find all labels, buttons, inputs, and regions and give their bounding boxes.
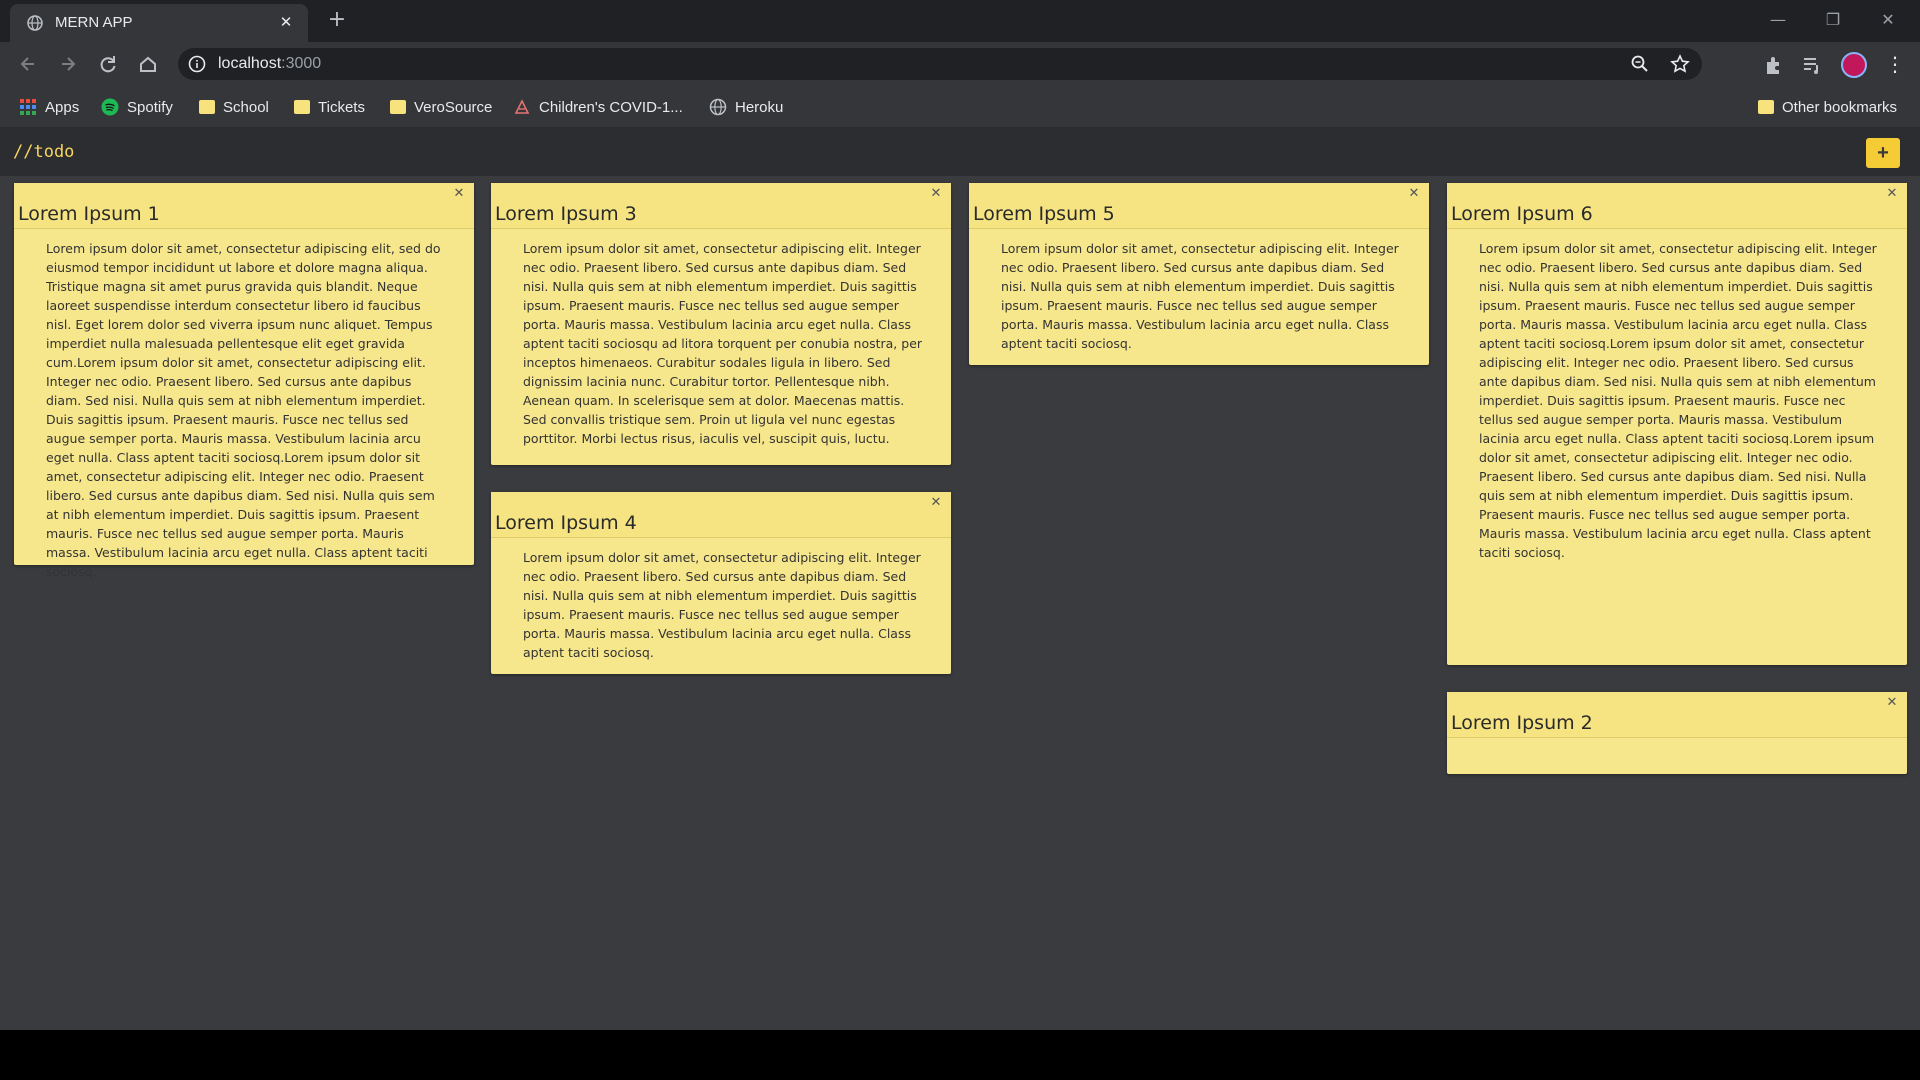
taskbar-strip — [0, 1030, 1920, 1080]
extensions-icon[interactable] — [1762, 54, 1784, 76]
tab-strip: MERN APP ✕ + — ❐ ✕ — [0, 0, 1920, 42]
note-body[interactable]: Lorem ipsum dolor sit amet, consectetur … — [491, 229, 951, 462]
minimize-icon[interactable]: — — [1758, 6, 1798, 34]
url-port: :3000 — [281, 55, 322, 72]
bookmark-verosource[interactable]: VeroSource — [390, 95, 492, 119]
app-brand[interactable]: //todo — [13, 142, 74, 162]
note-header: Lorem Ipsum 2 ✕ — [1447, 692, 1907, 738]
address-bar[interactable]: localhost:3000 — [178, 48, 1702, 80]
browser-menu-icon[interactable]: ⋮ — [1885, 51, 1905, 77]
url-text: localhost:3000 — [218, 55, 321, 73]
note-title[interactable]: Lorem Ipsum 6 — [1451, 203, 1593, 225]
bookmark-apps[interactable]: Apps — [19, 95, 79, 119]
browser-toolbar: localhost:3000 ⋮ — [0, 42, 1920, 86]
close-note-icon[interactable]: ✕ — [1885, 696, 1899, 710]
folder-icon — [390, 100, 406, 114]
note-title[interactable]: Lorem Ipsum 5 — [973, 203, 1115, 225]
close-note-icon[interactable]: ✕ — [1407, 187, 1421, 201]
bookmark-label: Apps — [45, 98, 80, 116]
note-header: Lorem Ipsum 4 ✕ — [491, 492, 951, 538]
note-body[interactable]: Lorem ipsum dolor sit amet, consectetur … — [969, 229, 1429, 367]
bookmark-star-icon[interactable] — [1670, 54, 1690, 74]
forward-arrow-icon — [62, 57, 76, 71]
tab-title: MERN APP — [55, 14, 133, 31]
note-header: Lorem Ipsum 5 ✕ — [969, 183, 1429, 229]
note-body[interactable] — [1447, 738, 1907, 762]
home-icon — [140, 56, 156, 72]
note-card: Lorem Ipsum 3 ✕ Lorem ipsum dolor sit am… — [491, 183, 951, 465]
note-header: Lorem Ipsum 6 ✕ — [1447, 183, 1907, 229]
back-button[interactable] — [14, 50, 42, 78]
folder-icon — [294, 100, 310, 114]
note-card: Lorem Ipsum 4 ✕ Lorem ipsum dolor sit am… — [491, 492, 951, 674]
bookmark-heroku[interactable]: Heroku — [709, 95, 783, 119]
zoom-icon[interactable] — [1630, 54, 1650, 74]
globe-icon — [709, 98, 727, 116]
bookmark-label: Heroku — [735, 98, 784, 116]
close-note-icon[interactable]: ✕ — [452, 187, 466, 201]
url-host: localhost — [218, 55, 282, 72]
apps-grid-icon — [20, 99, 36, 115]
bookmark-tickets[interactable]: Tickets — [294, 95, 365, 119]
note-header: Lorem Ipsum 3 ✕ — [491, 183, 951, 229]
note-title[interactable]: Lorem Ipsum 2 — [1451, 712, 1593, 734]
bookmark-school[interactable]: School — [199, 95, 269, 119]
note-card: Lorem Ipsum 2 ✕ — [1447, 692, 1907, 774]
bookmark-childrens-covid[interactable]: Children's COVID-1... — [513, 95, 683, 119]
window-close-icon[interactable]: ✕ — [1868, 6, 1908, 34]
close-note-icon[interactable]: ✕ — [929, 496, 943, 510]
folder-icon — [199, 100, 215, 114]
home-button[interactable] — [134, 50, 162, 78]
globe-icon — [27, 15, 43, 31]
new-tab-button[interactable]: + — [325, 9, 349, 33]
close-note-icon[interactable]: ✕ — [1885, 187, 1899, 201]
bookmarks-bar: Apps Spotify School Tickets VeroSource C… — [0, 86, 1920, 128]
bookmark-spotify[interactable]: Spotify — [101, 95, 173, 119]
site-icon — [514, 99, 530, 114]
note-card: Lorem Ipsum 6 ✕ Lorem ipsum dolor sit am… — [1447, 183, 1907, 665]
folder-icon — [1758, 100, 1774, 114]
reload-icon — [100, 56, 116, 73]
bookmark-label: Spotify — [127, 98, 173, 116]
note-title[interactable]: Lorem Ipsum 4 — [495, 512, 637, 534]
note-card: Lorem Ipsum 1 ✕ Lorem ipsum dolor sit am… — [14, 183, 474, 579]
forward-button[interactable] — [54, 50, 82, 78]
note-body[interactable]: Lorem ipsum dolor sit amet, consectetur … — [491, 538, 951, 676]
profile-avatar[interactable] — [1841, 52, 1867, 78]
close-tab-icon[interactable]: ✕ — [276, 12, 296, 32]
todo-app: //todo + Lorem Ipsum 1 ✕ Lorem ipsum dol… — [0, 128, 1920, 1030]
bookmark-label: VeroSource — [414, 98, 493, 116]
note-title[interactable]: Lorem Ipsum 1 — [18, 203, 160, 225]
spotify-icon — [101, 98, 119, 116]
site-info-icon[interactable] — [188, 55, 206, 73]
reload-button[interactable] — [94, 50, 122, 78]
note-title[interactable]: Lorem Ipsum 3 — [495, 203, 637, 225]
close-note-icon[interactable]: ✕ — [929, 187, 943, 201]
back-arrow-icon — [20, 57, 34, 71]
app-header: //todo + — [0, 128, 1920, 176]
bookmark-label: School — [223, 98, 269, 116]
bookmark-label: Tickets — [318, 98, 365, 116]
add-note-button[interactable]: + — [1866, 138, 1900, 168]
other-bookmarks[interactable]: Other bookmarks — [1758, 95, 1897, 119]
browser-tab[interactable]: MERN APP ✕ — [10, 4, 308, 42]
note-card: Lorem Ipsum 5 ✕ Lorem ipsum dolor sit am… — [969, 183, 1429, 365]
note-header: Lorem Ipsum 1 ✕ — [14, 183, 474, 229]
note-body[interactable]: Lorem ipsum dolor sit amet, consectetur … — [14, 229, 474, 595]
bookmark-label: Children's COVID-1... — [539, 98, 683, 116]
media-control-icon[interactable] — [1801, 54, 1823, 76]
other-bookmarks-label: Other bookmarks — [1782, 98, 1898, 116]
restore-icon[interactable]: ❐ — [1813, 6, 1853, 34]
note-body[interactable]: Lorem ipsum dolor sit amet, consectetur … — [1447, 229, 1907, 576]
